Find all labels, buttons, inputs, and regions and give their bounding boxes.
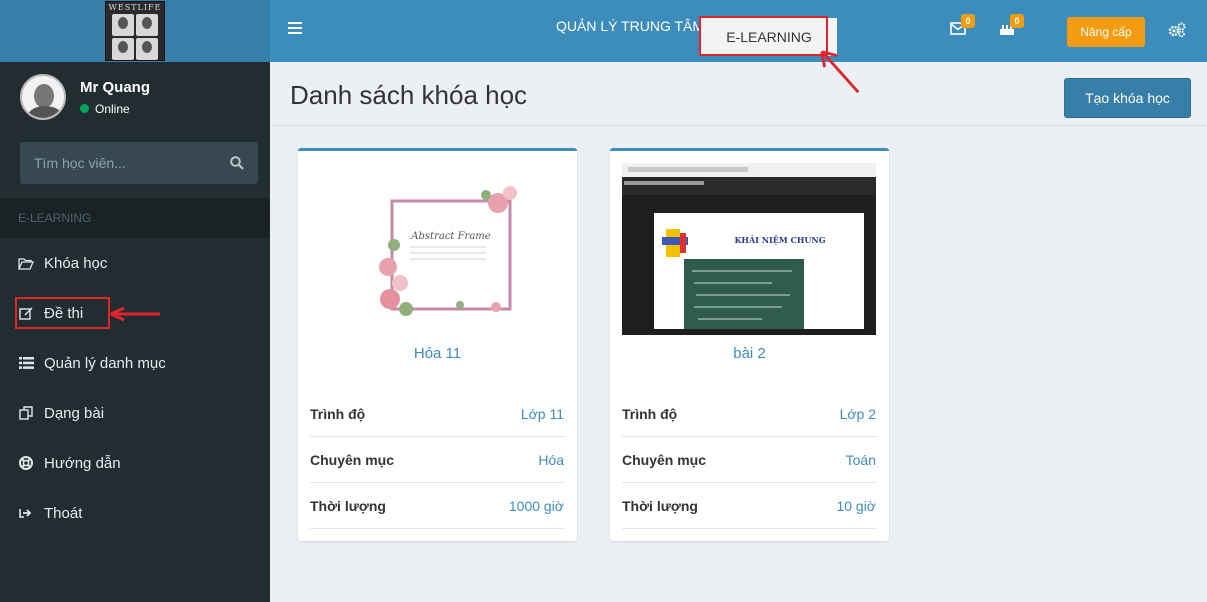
hamburger-menu-icon[interactable] xyxy=(288,22,302,34)
course-row-level: Trình độ Lớp 2 xyxy=(622,391,876,437)
row-value: 10 giờ xyxy=(836,497,876,514)
nav-tab-label: E-LEARNING xyxy=(726,29,812,45)
sidebar-item-label: Khóa học xyxy=(44,254,108,272)
course-row-duration: Thời lượng 10 giờ xyxy=(622,483,876,529)
sidebar-item-label: Quản lý danh mục xyxy=(44,354,166,372)
course-details: Trình độ Lớp 11 Chuyên mục Hóa Thời lượn… xyxy=(310,391,564,529)
messages-button[interactable]: 0 xyxy=(950,14,975,40)
user-name: Mr Quang xyxy=(80,78,150,96)
create-course-button[interactable]: Tạo khóa học xyxy=(1064,78,1191,118)
list-icon xyxy=(18,357,34,369)
sign-out-icon xyxy=(18,507,34,519)
content-header: Danh sách khóa học Tạo khóa học xyxy=(270,62,1207,126)
row-value: 1000 giờ xyxy=(508,497,564,514)
course-card[interactable]: KHÁI NIỆM CHUNG bài 2 Trình độ Lớp 2 Chu… xyxy=(610,148,889,541)
row-label: Chuyên mục xyxy=(310,451,395,468)
folder-open-icon xyxy=(18,257,34,270)
logo[interactable]: WESTLIFE xyxy=(0,0,270,62)
course-row-category: Chuyên mục Hóa xyxy=(310,437,564,483)
arrow-head-icon xyxy=(110,306,125,322)
thumbnail-text: Abstract Frame xyxy=(410,231,490,242)
sidebar-item-huong-dan[interactable]: Hướng dẫn xyxy=(0,438,270,488)
gears-icon xyxy=(1168,22,1186,38)
row-label: Thời lượng xyxy=(310,497,386,514)
lifebuoy-icon xyxy=(18,456,34,470)
course-title[interactable]: bài 2 xyxy=(610,345,889,362)
notifications-button[interactable]: 0 xyxy=(999,14,1024,41)
sidebar-item-khoa-hoc[interactable]: Khóa học xyxy=(0,238,270,288)
sidebar-item-de-thi[interactable]: Đề thi xyxy=(0,288,270,338)
sidebar-item-label: Dạng bài xyxy=(44,404,105,422)
course-row-level: Trình độ Lớp 11 xyxy=(310,391,564,437)
row-value: Lớp 2 xyxy=(839,405,876,422)
row-label: Trình độ xyxy=(310,405,366,422)
row-label: Chuyên mục xyxy=(622,451,707,468)
row-label: Thời lượng xyxy=(622,497,698,514)
page-title: Danh sách khóa học xyxy=(290,80,528,110)
row-value: Lớp 11 xyxy=(520,405,564,422)
search-input[interactable] xyxy=(20,142,215,184)
logo-image: WESTLIFE xyxy=(105,1,165,61)
upgrade-button[interactable]: Nâng cấp xyxy=(1067,17,1145,47)
course-thumbnail[interactable]: Abstract Frame xyxy=(310,163,564,335)
thumbnail-text: KHÁI NIỆM CHUNG xyxy=(734,235,825,245)
search-icon xyxy=(229,156,244,170)
row-label: Trình độ xyxy=(622,405,678,422)
online-dot-icon xyxy=(80,104,89,113)
row-value: Hóa xyxy=(538,451,564,468)
course-thumbnail[interactable]: KHÁI NIỆM CHUNG xyxy=(622,163,876,335)
search-button[interactable] xyxy=(215,142,258,184)
settings-button[interactable] xyxy=(1168,22,1186,43)
course-card[interactable]: Abstract Frame Hóa 11 Trình độ Lớp 11 Ch… xyxy=(298,148,577,541)
course-details: Trình độ Lớp 2 Chuyên mục Toán Thời lượn… xyxy=(622,391,876,529)
sidebar-item-dang-bai[interactable]: Dạng bài xyxy=(0,388,270,438)
nav-link-quan-ly-trung-tam[interactable]: QUẢN LÝ TRUNG TÂM xyxy=(556,18,704,34)
user-status: Online xyxy=(80,102,150,116)
messages-badge: 0 xyxy=(961,14,975,28)
menu-header: E-LEARNING xyxy=(0,198,270,238)
sidebar-item-label: Thoát xyxy=(44,504,83,522)
avatar xyxy=(20,74,66,120)
top-navbar: QUẢN LÝ TRUNG TÂM E-LEARNING 0 0 Nâng cấ… xyxy=(270,0,1207,62)
sidebar-search xyxy=(20,142,258,184)
course-row-duration: Thời lượng 1000 giờ xyxy=(310,483,564,529)
course-title[interactable]: Hóa 11 xyxy=(298,345,577,362)
course-row-category: Chuyên mục Toán xyxy=(622,437,876,483)
sidebar-item-label: Hướng dẫn xyxy=(44,454,121,472)
sidebar: WESTLIFE Mr Quang Online E-LEARNING Khóa… xyxy=(0,0,270,602)
user-status-text: Online xyxy=(95,101,130,116)
copy-icon xyxy=(18,406,34,420)
user-panel: Mr Quang Online xyxy=(0,62,270,132)
row-value: Toán xyxy=(845,451,876,468)
sidebar-item-thoat[interactable]: Thoát xyxy=(0,488,270,538)
logo-text: WESTLIFE xyxy=(108,3,162,12)
sidebar-item-quan-ly-danh-muc[interactable]: Quản lý danh mục xyxy=(0,338,270,388)
highlight-box xyxy=(15,297,110,329)
notifications-badge: 0 xyxy=(1010,14,1024,28)
